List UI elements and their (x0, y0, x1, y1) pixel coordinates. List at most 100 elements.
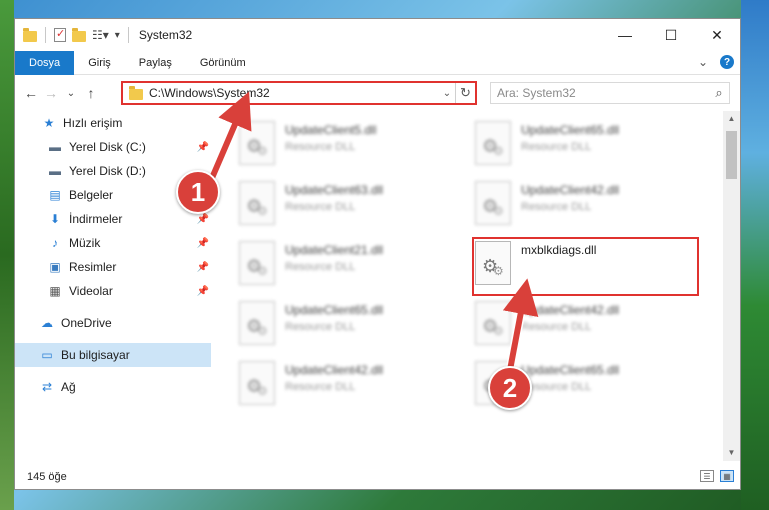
sidebar-item-onedrive[interactable]: ☁ OneDrive (15, 311, 211, 335)
sidebar-item-local-disk-c[interactable]: ▬ Yerel Disk (C:) 📌 (15, 135, 211, 159)
file-type: Resource DLL (521, 321, 592, 333)
file-explorer-window: ☷▾ ▾ System32 — ☐ ✕ Dosya Giriş Paylaş G… (14, 18, 741, 490)
help-icon[interactable]: ? (720, 55, 734, 69)
file-type: Resource DLL (285, 321, 356, 333)
file-item[interactable]: UpdateClient65.dll Resource DLL (239, 299, 459, 355)
file-item[interactable]: UpdateClient63.dll Resource DLL (239, 179, 459, 235)
close-button[interactable]: ✕ (694, 19, 740, 51)
toolbar-divider (45, 27, 46, 43)
recent-locations-button[interactable]: ⌄ (61, 88, 81, 99)
pin-icon[interactable]: 📌 (197, 286, 209, 297)
file-name: UpdateClient65.dll (285, 303, 384, 317)
window-title: System32 (138, 28, 193, 42)
file-name: UpdateClient21.dll (285, 243, 384, 257)
sidebar-item-downloads[interactable]: ⬇ İndirmeler 📌 (15, 207, 211, 231)
title-bar: ☷▾ ▾ System32 — ☐ ✕ (15, 19, 740, 51)
details-view-icon[interactable]: ☰ (700, 470, 714, 482)
sidebar-item-network[interactable]: ⇄ Ağ (15, 375, 211, 399)
vertical-scrollbar[interactable]: ▲ ▼ (723, 111, 740, 461)
computer-icon: ▭ (41, 348, 53, 362)
sidebar-item-quick-access[interactable]: ★ Hızlı erişim (15, 111, 211, 135)
file-name: UpdateClient42.dll (521, 183, 620, 197)
step-2-badge: 2 (488, 366, 532, 410)
file-type: Resource DLL (521, 201, 592, 213)
sidebar-item-label: OneDrive (61, 316, 112, 330)
pin-icon[interactable]: 📌 (197, 238, 209, 249)
dll-file-icon (475, 181, 511, 225)
sidebar-item-this-pc[interactable]: ▭ Bu bilgisayar (15, 343, 211, 367)
sidebar-item-label: Yerel Disk (D:) (69, 164, 146, 178)
forward-button[interactable]: → (41, 85, 61, 101)
sidebar-item-pictures[interactable]: ▣ Resimler 📌 (15, 255, 211, 279)
minimize-button[interactable]: — (602, 19, 648, 51)
file-item[interactable]: UpdateClient42.dll Resource DLL (239, 359, 459, 415)
address-dropdown-icon[interactable]: ⌄ (439, 88, 455, 99)
folder-icon (129, 85, 143, 100)
maximize-button[interactable]: ☐ (648, 19, 694, 51)
file-item[interactable]: UpdateClient42.dll Resource DLL (475, 179, 695, 235)
file-type: Resource DLL (521, 141, 592, 153)
dll-file-icon (239, 121, 275, 165)
search-box[interactable]: Ara: System32 ⌕ (490, 82, 730, 104)
dll-file-icon (475, 121, 511, 165)
sidebar-item-label: Hızlı erişim (63, 116, 123, 130)
navigation-pane: ★ Hızlı erişim ▬ Yerel Disk (C:) 📌 ▬ Yer… (15, 111, 211, 461)
file-name: UpdateClient42.dll (285, 363, 384, 377)
scrollbar-thumb[interactable] (726, 131, 737, 179)
videos-icon: ▦ (49, 284, 61, 298)
tab-gorunum[interactable]: Görünüm (186, 51, 260, 75)
search-icon: ⌕ (715, 85, 723, 100)
sidebar-item-label: İndirmeler (69, 212, 123, 226)
properties-icon[interactable] (54, 27, 66, 42)
drive-icon: ▬ (49, 164, 61, 178)
quick-access-dropdown-icon[interactable]: ▾ (115, 30, 120, 41)
sidebar-item-label: Belgeler (69, 188, 114, 202)
drive-icon: ▬ (49, 140, 61, 154)
downloads-icon: ⬇ (49, 212, 61, 226)
new-folder-icon[interactable] (72, 27, 86, 42)
sidebar-item-label: Bu bilgisayar (61, 348, 130, 362)
scroll-down-icon[interactable]: ▼ (723, 445, 740, 461)
sidebar-item-label: Müzik (69, 236, 101, 250)
pin-icon[interactable]: 📌 (197, 214, 209, 225)
tab-paylas[interactable]: Paylaş (125, 51, 186, 75)
scroll-up-icon[interactable]: ▲ (723, 111, 740, 127)
file-type: Resource DLL (521, 381, 592, 393)
dll-file-icon (239, 181, 275, 225)
expand-ribbon-icon[interactable]: ⌄ (698, 55, 708, 69)
pictures-icon: ▣ (49, 260, 61, 274)
sidebar-item-label: Videolar (69, 284, 113, 298)
tab-dosya[interactable]: Dosya (15, 50, 75, 75)
large-icons-view-icon[interactable]: ▦ (720, 470, 734, 482)
address-bar[interactable]: C:\Windows\System32 ⌄ ↻ (121, 81, 477, 105)
customize-toolbar-icon[interactable]: ☷▾ (92, 28, 109, 42)
status-bar: 145 öğe ☰ ▦ (15, 465, 740, 489)
pin-icon[interactable]: 📌 (197, 262, 209, 273)
file-name: UpdateClient65.dll (521, 123, 620, 137)
back-button[interactable]: ← (21, 85, 41, 101)
sidebar-item-label: Yerel Disk (C:) (69, 140, 146, 154)
navigation-bar: ← → ⌄ ↑ C:\Windows\System32 ⌄ ↻ Ara: Sys… (15, 75, 740, 111)
file-item[interactable]: UpdateClient42.dll Resource DLL (475, 299, 695, 355)
file-item[interactable]: UpdateClient21.dll Resource DLL (239, 239, 459, 295)
up-button[interactable]: ↑ (81, 85, 101, 101)
toolbar-divider (127, 27, 129, 43)
music-icon: ♪ (52, 236, 58, 250)
highlight-box-file (472, 237, 699, 296)
network-icon: ⇄ (41, 380, 53, 394)
search-input[interactable]: Ara: System32 (497, 86, 709, 100)
file-type: Resource DLL (285, 201, 356, 213)
window-controls: — ☐ ✕ (602, 19, 740, 51)
tab-giris[interactable]: Giriş (74, 51, 125, 75)
dll-file-icon (475, 301, 511, 345)
file-item[interactable]: UpdateClient65.dll Resource DLL (475, 119, 695, 175)
step-1-badge: 1 (176, 170, 220, 214)
sidebar-item-music[interactable]: ♪ Müzik 📌 (15, 231, 211, 255)
sidebar-item-videos[interactable]: ▦ Videolar 📌 (15, 279, 211, 303)
quick-access-toolbar: ☷▾ ▾ (15, 27, 131, 43)
file-name: UpdateClient42.dll (521, 303, 620, 317)
file-item[interactable]: UpdateClient5.dll Resource DLL (239, 119, 459, 175)
pin-icon[interactable]: 📌 (197, 142, 209, 153)
refresh-icon[interactable]: ↻ (455, 83, 475, 103)
address-path[interactable]: C:\Windows\System32 (149, 86, 439, 100)
